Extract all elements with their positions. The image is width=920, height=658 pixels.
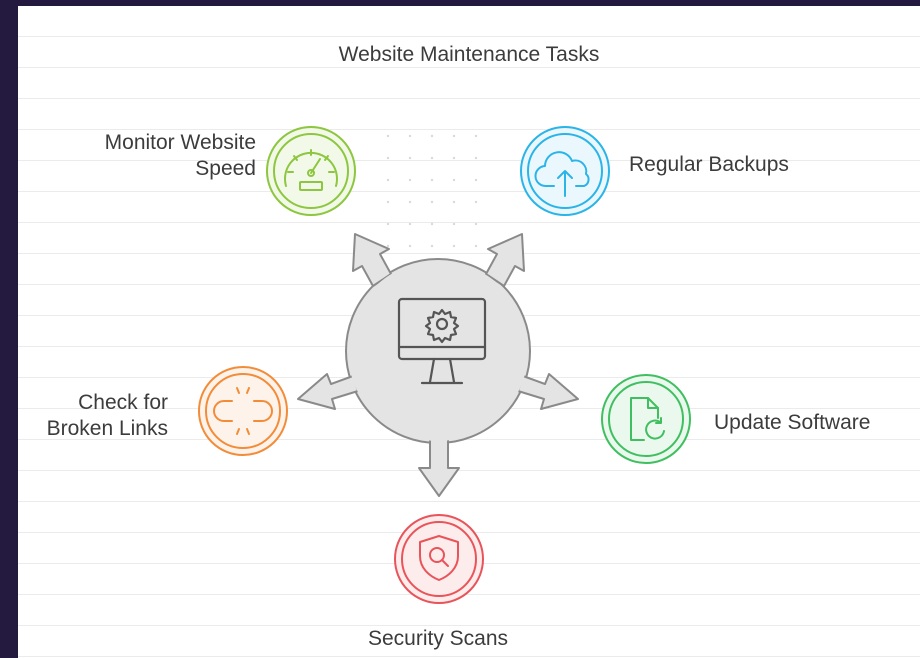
label-broken-links: Check for Broken Links [18, 390, 168, 442]
label-line: Update Software [714, 411, 871, 434]
arrow-to-backups [485, 233, 525, 287]
label-line: Security Scans [367, 627, 509, 650]
label-update-software: Update Software [714, 410, 870, 436]
node-links [198, 366, 288, 456]
arrow-to-security [418, 435, 460, 497]
label-line: Regular Backups [629, 153, 789, 176]
label-line: Speed [195, 157, 256, 180]
arrow-to-links [297, 373, 359, 410]
diagram-canvas: Website Maintenance Tasks Monitor Websit… [18, 6, 920, 658]
diagram-title: Website Maintenance Tasks [338, 43, 600, 66]
label-line: Monitor Website [104, 131, 256, 154]
node-backups [520, 126, 610, 216]
dot-grid [386, 134, 478, 248]
diagram-graphic [198, 126, 691, 604]
label-monitor-speed: Monitor Website Speed [38, 130, 256, 182]
node-speed [266, 126, 356, 216]
node-software [601, 374, 691, 464]
label-line: Check for [78, 391, 168, 414]
node-security [394, 514, 484, 604]
arrow-to-software [517, 373, 579, 410]
label-line: Broken Links [46, 417, 168, 440]
label-security-scans: Security Scans [338, 626, 538, 652]
hub-fill-cover [348, 261, 528, 441]
label-regular-backups: Regular Backups [629, 152, 789, 178]
